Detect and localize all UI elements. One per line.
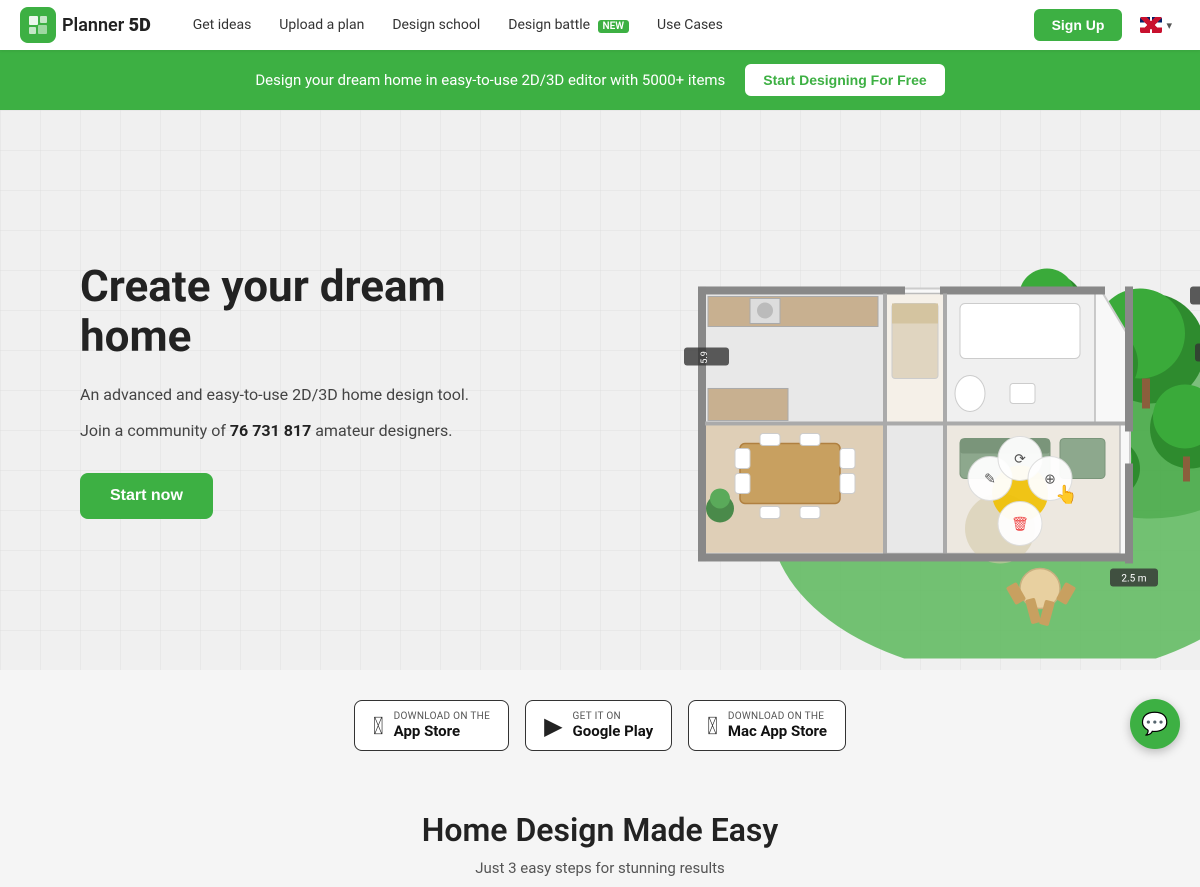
mac-store-sub: Download on the (728, 711, 827, 722)
mac-apple-icon:  (707, 712, 718, 740)
banner-text: Design your dream home in easy-to-use 2D… (255, 71, 725, 89)
nav-right: Sign Up ▾ (1034, 9, 1180, 41)
nav-design-school[interactable]: Design school (380, 11, 492, 39)
home-design-title: Home Design Made Easy (20, 811, 1180, 849)
hero-title: Create your dream home (80, 261, 500, 362)
nav-get-ideas[interactable]: Get ideas (181, 11, 264, 39)
hero-content: Create your dream home An advanced and e… (80, 261, 500, 519)
chat-button[interactable]: 💬 (1130, 699, 1180, 749)
chevron-down-icon: ▾ (1166, 19, 1172, 32)
start-now-button[interactable]: Start now (80, 473, 213, 519)
play-icon: ▶ (544, 712, 562, 740)
google-play-sub: GET IT ON (573, 711, 654, 722)
svg-text:5.9: 5.9 (700, 351, 710, 364)
svg-text:👆: 👆 (1055, 483, 1077, 505)
promo-banner: Design your dream home in easy-to-use 2D… (0, 50, 1200, 110)
banner-cta-button[interactable]: Start Designing For Free (745, 64, 944, 96)
app-store-sub: Download on the (394, 711, 490, 722)
logo-text: Planner 5D (62, 15, 151, 36)
hero-desc-1: An advanced and easy-to-use 2D/3D home d… (80, 382, 500, 408)
google-play-name: Google Play (573, 722, 654, 740)
navbar: Planner 5D Get ideas Upload a plan Desig… (0, 0, 1200, 50)
hero-count: 76 731 817 (230, 421, 311, 440)
nav-design-battle[interactable]: Design battle NEW (496, 11, 641, 39)
hero-illustration: 8 m 6.2 m 5.9 2.5 m ✎ ⟳ ⊕ 🗑 👆 (550, 138, 1200, 662)
signup-button[interactable]: Sign Up (1034, 9, 1123, 41)
mac-store-name: Mac App Store (728, 722, 827, 740)
nav-use-cases[interactable]: Use Cases (645, 11, 735, 39)
home-design-subtitle: Just 3 easy steps for stunning results (20, 859, 1180, 877)
app-store-name: App Store (394, 722, 490, 740)
new-badge: NEW (598, 20, 630, 33)
logo-icon (20, 7, 56, 43)
store-badges-section:  Download on the App Store ▶ GET IT ON … (0, 670, 1200, 781)
mac-app-store-badge[interactable]:  Download on the Mac App Store (688, 700, 846, 751)
home-design-section: Home Design Made Easy Just 3 easy steps … (0, 781, 1200, 887)
flag-icon (1140, 17, 1162, 33)
svg-text:✎: ✎ (984, 471, 996, 487)
nav-upload-plan[interactable]: Upload a plan (267, 11, 376, 39)
apple-icon:  (373, 712, 384, 740)
hero-section: Create your dream home An advanced and e… (0, 110, 1200, 670)
app-store-badge[interactable]:  Download on the App Store (354, 700, 509, 751)
svg-text:🗑: 🗑 (1011, 516, 1029, 532)
svg-text:⟳: ⟳ (1014, 451, 1026, 467)
nav-links: Get ideas Upload a plan Design school De… (181, 11, 1034, 39)
chat-icon: 💬 (1141, 712, 1168, 737)
hero-desc-2: Join a community of 76 731 817 amateur d… (80, 418, 500, 444)
language-selector[interactable]: ▾ (1132, 13, 1180, 37)
google-play-badge[interactable]: ▶ GET IT ON Google Play (525, 700, 672, 751)
logo[interactable]: Planner 5D (20, 7, 151, 43)
svg-text:2.5 m: 2.5 m (1121, 573, 1146, 584)
